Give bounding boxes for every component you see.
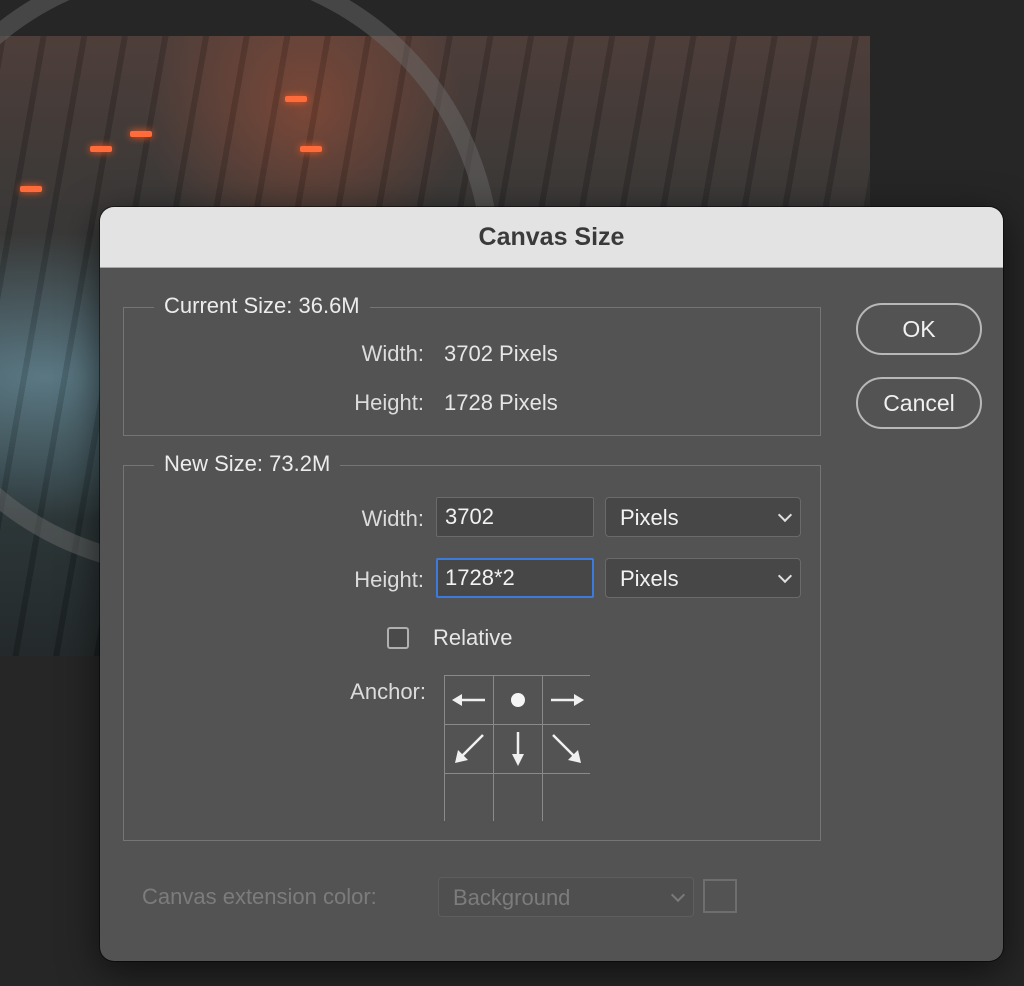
- anchor-cell-top-left[interactable]: [445, 676, 493, 724]
- current-width-value: 3702 Pixels: [444, 341, 558, 366]
- canvas-light: [20, 186, 42, 192]
- new-width-input[interactable]: 3702: [436, 497, 594, 537]
- new-height-input[interactable]: 1728*2: [436, 558, 594, 598]
- new-width-unit-value: Pixels: [620, 505, 679, 530]
- canvas-light: [130, 131, 152, 137]
- dialog-title: Canvas Size: [478, 222, 625, 251]
- current-height-label: Height:: [354, 390, 424, 415]
- extension-color-value: Background: [453, 885, 571, 910]
- anchor-cell-middle-center[interactable]: [494, 725, 542, 773]
- current-height-value: 1728 Pixels: [444, 390, 558, 415]
- current-size-group: Current Size: 36.6M Width: 3702 Pixels H…: [123, 293, 821, 436]
- anchor-cell-bottom-right[interactable]: [543, 774, 591, 822]
- relative-label[interactable]: Relative: [433, 625, 512, 651]
- ok-button[interactable]: OK: [856, 303, 982, 355]
- anchor-dot-icon: [511, 693, 525, 707]
- canvas-light: [300, 146, 322, 152]
- arrow-down-left-icon: [455, 734, 484, 763]
- current-size-legend: Current Size: 36.6M: [154, 293, 370, 319]
- arrow-down-right-icon: [552, 734, 581, 763]
- canvas-light: [285, 96, 307, 102]
- anchor-cell-middle-right[interactable]: [543, 725, 591, 773]
- relative-checkbox[interactable]: [387, 627, 409, 649]
- cancel-button[interactable]: Cancel: [856, 377, 982, 429]
- dialog-titlebar[interactable]: Canvas Size: [100, 207, 1003, 268]
- chevron-down-icon: [670, 887, 686, 903]
- arrow-left-icon: [452, 694, 485, 706]
- new-width-label: Width:: [361, 506, 424, 531]
- new-height-label: Height:: [354, 567, 424, 592]
- current-width-label: Width:: [361, 341, 424, 366]
- anchor-cell-bottom-left[interactable]: [445, 774, 493, 822]
- chevron-down-icon: [777, 507, 793, 523]
- canvas-size-dialog: Canvas Size Current Size: 36.6M Width: 3…: [100, 207, 1003, 961]
- extension-color-select[interactable]: Background: [438, 877, 694, 917]
- arrow-right-icon: [551, 694, 584, 706]
- new-size-legend: New Size: 73.2M: [154, 451, 341, 477]
- new-height-unit-select[interactable]: Pixels: [605, 558, 801, 598]
- canvas-light: [90, 146, 112, 152]
- anchor-label: Anchor:: [350, 679, 426, 704]
- extension-color-label: Canvas extension color:: [142, 884, 377, 909]
- anchor-cell-top-center[interactable]: [494, 676, 542, 724]
- anchor-cell-top-right[interactable]: [543, 676, 591, 724]
- extension-color-swatch[interactable]: [703, 879, 737, 913]
- chevron-down-icon: [777, 568, 793, 584]
- anchor-grid: [444, 675, 591, 822]
- new-height-unit-value: Pixels: [620, 566, 679, 591]
- arrow-down-icon: [512, 732, 524, 766]
- anchor-cell-bottom-center[interactable]: [494, 774, 542, 822]
- new-width-unit-select[interactable]: Pixels: [605, 497, 801, 537]
- anchor-cell-middle-left[interactable]: [445, 725, 493, 773]
- screen: Canvas Size Current Size: 36.6M Width: 3…: [0, 0, 1024, 986]
